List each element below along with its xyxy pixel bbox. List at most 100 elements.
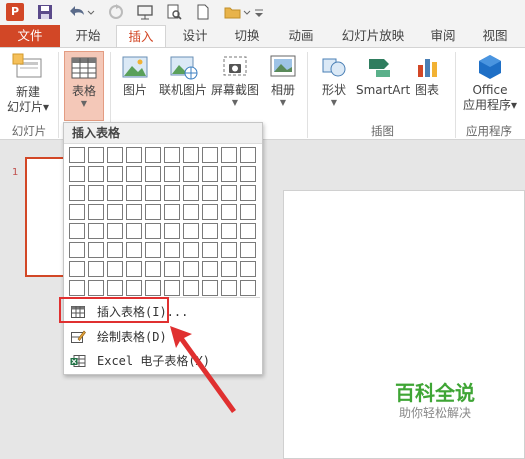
new-slide-button[interactable]: 新建 幻灯片▾ [4, 51, 52, 115]
table-grid-cell[interactable] [69, 223, 85, 239]
tab-file[interactable]: 文件 [0, 25, 60, 47]
undo-icon[interactable] [67, 3, 95, 21]
table-grid-cell[interactable] [145, 261, 161, 277]
table-grid-cell[interactable] [145, 166, 161, 182]
table-grid-cell[interactable] [183, 242, 199, 258]
table-grid-cell[interactable] [69, 166, 85, 182]
table-grid-cell[interactable] [107, 166, 123, 182]
table-grid-cell[interactable] [69, 242, 85, 258]
table-grid-cell[interactable] [126, 185, 142, 201]
table-grid-cell[interactable] [221, 242, 237, 258]
chart-button[interactable]: 图表 [410, 51, 444, 98]
table-grid-cell[interactable] [88, 280, 104, 296]
table-grid-cell[interactable] [69, 185, 85, 201]
table-grid-cell[interactable] [145, 204, 161, 220]
table-grid-cell[interactable] [221, 280, 237, 296]
table-grid-cell[interactable] [202, 261, 218, 277]
table-grid-cell[interactable] [240, 280, 256, 296]
table-grid-cell[interactable] [221, 147, 237, 163]
table-grid-cell[interactable] [126, 280, 142, 296]
table-grid-cell[interactable] [88, 242, 104, 258]
table-grid-cell[interactable] [164, 147, 180, 163]
table-grid-cell[interactable] [145, 242, 161, 258]
table-grid-cell[interactable] [126, 242, 142, 258]
table-grid-cell[interactable] [69, 280, 85, 296]
photo-album-button[interactable]: 相册 ▼ [264, 51, 302, 107]
screenshot-button[interactable]: 屏幕截图 ▼ [210, 51, 260, 107]
table-grid-cell[interactable] [221, 166, 237, 182]
table-grid-cell[interactable] [126, 166, 142, 182]
table-grid-cell[interactable] [202, 242, 218, 258]
table-grid-cell[interactable] [240, 261, 256, 277]
table-grid-cell[interactable] [240, 185, 256, 201]
tab-home[interactable]: 开始 [63, 25, 113, 47]
table-grid-cell[interactable] [221, 223, 237, 239]
table-grid-cell[interactable] [88, 261, 104, 277]
tab-transitions[interactable]: 切换 [222, 25, 272, 47]
online-picture-button[interactable]: 联机图片 [158, 51, 208, 98]
tab-view[interactable]: 视图 [470, 25, 520, 47]
table-grid-cell[interactable] [240, 223, 256, 239]
table-grid-cell[interactable] [145, 223, 161, 239]
table-grid-cell[interactable] [164, 223, 180, 239]
table-grid-cell[interactable] [164, 185, 180, 201]
table-grid-cell[interactable] [107, 261, 123, 277]
table-grid-cell[interactable] [240, 242, 256, 258]
table-grid-cell[interactable] [183, 204, 199, 220]
table-grid-cell[interactable] [202, 223, 218, 239]
table-grid-cell[interactable] [164, 280, 180, 296]
table-grid-cell[interactable] [88, 223, 104, 239]
table-grid-cell[interactable] [69, 147, 85, 163]
table-grid-cell[interactable] [88, 204, 104, 220]
smartart-button[interactable]: SmartArt [356, 51, 410, 98]
table-grid-cell[interactable] [107, 204, 123, 220]
new-file-icon[interactable] [195, 3, 211, 21]
table-grid-cell[interactable] [183, 185, 199, 201]
print-preview-icon[interactable] [165, 3, 183, 21]
table-grid-cell[interactable] [164, 166, 180, 182]
table-grid-cell[interactable] [107, 280, 123, 296]
picture-button[interactable]: 图片 [118, 51, 152, 98]
table-grid-cell[interactable] [202, 204, 218, 220]
table-grid-cell[interactable] [69, 261, 85, 277]
table-grid-cell[interactable] [126, 223, 142, 239]
table-grid-cell[interactable] [164, 204, 180, 220]
table-grid-cell[interactable] [126, 261, 142, 277]
tab-slideshow[interactable]: 幻灯片放映 [330, 25, 416, 47]
table-button[interactable]: 表格 ▼ [64, 51, 104, 121]
table-grid-cell[interactable] [145, 147, 161, 163]
table-grid-cell[interactable] [240, 166, 256, 182]
table-size-grid[interactable] [69, 147, 259, 297]
table-grid-cell[interactable] [88, 166, 104, 182]
table-grid-cell[interactable] [183, 280, 199, 296]
table-grid-cell[interactable] [183, 261, 199, 277]
table-grid-cell[interactable] [202, 280, 218, 296]
table-grid-cell[interactable] [221, 204, 237, 220]
table-grid-cell[interactable] [164, 261, 180, 277]
table-grid-cell[interactable] [221, 185, 237, 201]
table-grid-cell[interactable] [126, 204, 142, 220]
table-grid-cell[interactable] [145, 280, 161, 296]
tab-design[interactable]: 设计 [170, 25, 220, 47]
office-apps-button[interactable]: Office 应用程序▾ [460, 51, 520, 113]
table-grid-cell[interactable] [240, 147, 256, 163]
start-slideshow-icon[interactable] [136, 3, 154, 21]
table-grid-cell[interactable] [183, 223, 199, 239]
table-grid-cell[interactable] [107, 147, 123, 163]
table-grid-cell[interactable] [202, 147, 218, 163]
table-grid-cell[interactable] [145, 185, 161, 201]
redo-icon[interactable] [107, 3, 125, 21]
table-grid-cell[interactable] [107, 185, 123, 201]
shapes-button[interactable]: 形状 ▼ [312, 51, 356, 107]
tab-insert[interactable]: 插入 [116, 25, 166, 48]
table-grid-cell[interactable] [69, 204, 85, 220]
table-grid-cell[interactable] [183, 147, 199, 163]
table-grid-cell[interactable] [164, 242, 180, 258]
table-grid-cell[interactable] [202, 185, 218, 201]
table-grid-cell[interactable] [202, 166, 218, 182]
open-folder-icon[interactable] [223, 3, 251, 21]
table-grid-cell[interactable] [88, 147, 104, 163]
customize-qat-icon[interactable] [253, 3, 265, 21]
table-grid-cell[interactable] [240, 204, 256, 220]
table-grid-cell[interactable] [107, 242, 123, 258]
